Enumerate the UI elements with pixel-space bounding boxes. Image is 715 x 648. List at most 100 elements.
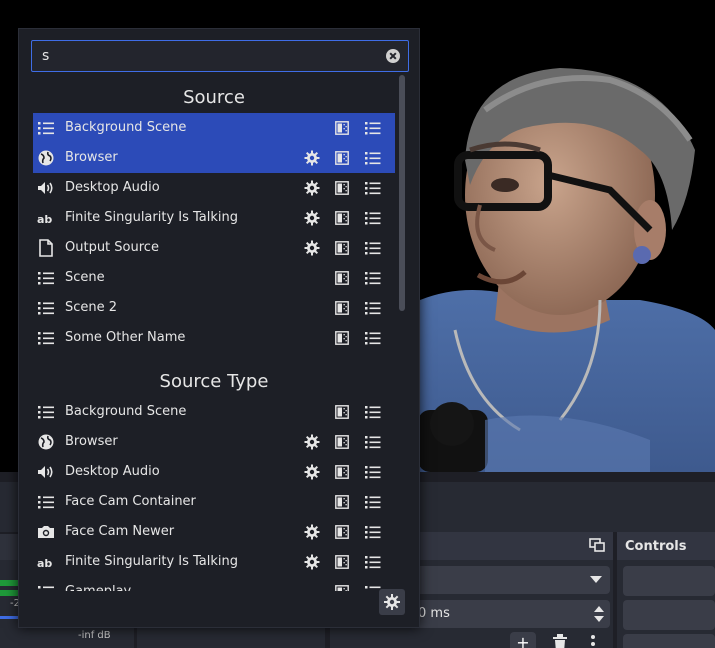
clear-search-icon[interactable] [386,49,400,63]
start-streaming-button[interactable] [623,566,715,596]
spin-down-icon[interactable] [594,616,604,622]
result-row[interactable]: Output Source [33,233,395,263]
section-title: Source Type [159,371,269,392]
menu-list-icon[interactable] [365,270,381,286]
gear-icon[interactable] [304,180,320,196]
filters-icon[interactable] [335,211,349,225]
filters-icon[interactable] [335,271,349,285]
menu-list-icon[interactable] [365,300,381,316]
menu-list-icon[interactable] [365,434,381,450]
trash-icon[interactable] [552,634,568,648]
filters-icon[interactable] [335,181,349,195]
menu-list-icon[interactable] [365,330,381,346]
menu-list-icon[interactable] [365,404,381,420]
meter-level-label: -inf dB [78,630,111,641]
more-options-icon[interactable] [590,634,596,648]
controls-dock: Controls [617,532,715,648]
menu-list-icon[interactable] [365,240,381,256]
virtual-camera-button[interactable] [623,634,715,648]
results-scrollbar[interactable] [399,75,405,311]
filters-icon[interactable] [335,151,349,165]
gear-icon[interactable] [304,434,320,450]
menu-list-icon[interactable] [365,180,381,196]
gear-icon[interactable] [304,464,320,480]
result-row[interactable]: ab Finite Singularity Is Talking [33,203,395,233]
list-icon [38,586,54,589]
result-label: Browser [65,150,118,165]
result-row[interactable]: Scene 2 [33,293,395,323]
result-row[interactable]: Face Cam Container [33,487,395,517]
gear-icon[interactable] [304,240,320,256]
result-row[interactable]: Browser [33,427,395,457]
start-recording-button[interactable] [623,600,715,630]
result-row[interactable]: Desktop Audio [33,457,395,487]
gear-icon[interactable] [304,150,320,166]
filters-icon[interactable] [335,495,349,509]
gear-icon[interactable] [304,554,320,570]
result-label: Finite Singularity Is Talking [65,554,239,569]
menu-list-icon[interactable] [365,524,381,540]
result-row[interactable]: Face Cam Newer [33,517,395,547]
svg-text:ab: ab [37,213,52,226]
search-input[interactable]: s [31,40,409,72]
result-label: Background Scene [65,404,187,419]
filters-icon[interactable] [335,555,349,569]
list-icon [38,302,54,315]
speaker-icon [38,182,53,194]
result-label: Output Source [65,240,159,255]
add-transition-button[interactable]: + [510,632,536,648]
result-row[interactable]: Some Other Name [33,323,395,353]
float-dock-icon[interactable] [589,538,605,552]
text-ab-icon: ab [37,557,52,570]
controls-header: Controls [617,532,715,560]
text-ab-icon: ab [37,213,52,226]
menu-list-icon[interactable] [365,150,381,166]
duration-value: 0 ms [418,606,450,621]
menu-list-icon[interactable] [365,120,381,136]
result-label: Scene [65,270,105,285]
result-label: Scene 2 [65,300,118,315]
gear-icon[interactable] [304,524,320,540]
volume-slider[interactable] [0,616,20,619]
file-icon [39,239,53,257]
speaker-icon [38,466,53,478]
menu-list-icon[interactable] [365,494,381,510]
filters-icon[interactable] [335,525,349,539]
filters-icon[interactable] [335,405,349,419]
result-row[interactable]: Desktop Audio [33,173,395,203]
result-row[interactable]: ab Finite Singularity Is Talking [33,547,395,577]
filters-icon[interactable] [335,331,349,345]
search-results-list: Source Background Scene Browser Desktop Aud… [33,77,409,591]
spin-up-icon[interactable] [594,606,604,612]
list-icon [38,122,54,135]
result-row[interactable]: Background Scene [33,397,395,427]
filters-icon[interactable] [335,585,349,591]
section-title: Source [183,87,245,108]
result-row[interactable]: Gameplay [33,577,395,591]
filters-icon[interactable] [335,241,349,255]
popup-settings-button[interactable] [379,589,405,615]
result-label: Gameplay [65,584,131,591]
result-row[interactable]: Background Scene [33,113,395,143]
result-label: Face Cam Newer [65,524,175,539]
result-row[interactable]: Scene [33,263,395,293]
filters-icon[interactable] [335,465,349,479]
menu-list-icon[interactable] [365,554,381,570]
result-label: Desktop Audio [65,180,160,195]
menu-list-icon[interactable] [365,210,381,226]
filters-icon[interactable] [335,301,349,315]
filters-icon[interactable] [335,435,349,449]
transition-buttons: + [510,632,610,648]
camera-icon [38,526,54,538]
result-row[interactable]: Browser [33,143,395,173]
controls-title: Controls [625,539,687,554]
list-icon [38,272,54,285]
filters-icon[interactable] [335,121,349,135]
result-label: Desktop Audio [65,464,160,479]
svg-text:ab: ab [37,557,52,570]
result-label: Face Cam Container [65,494,196,509]
search-input-value: s [42,48,50,64]
result-label: Finite Singularity Is Talking [65,210,239,225]
gear-icon[interactable] [304,210,320,226]
menu-list-icon[interactable] [365,464,381,480]
